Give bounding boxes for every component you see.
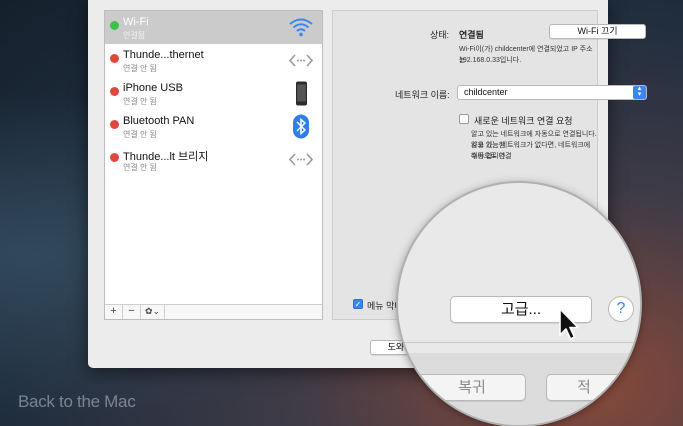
help-question-icon[interactable]: ? bbox=[608, 296, 634, 322]
apply-button[interactable]: 적 bbox=[546, 374, 640, 401]
watermark-text: Back to the Mac bbox=[18, 392, 136, 411]
status-label: 상태: bbox=[430, 30, 450, 40]
wifi-icon bbox=[288, 15, 314, 40]
status-value: 연결됨 bbox=[459, 30, 484, 40]
status-dot-disconnected bbox=[110, 120, 119, 129]
service-item-thunderbolt-ethernet[interactable]: Thunde...thernet 연결 안 됨 bbox=[105, 44, 322, 77]
status-dot-disconnected bbox=[110, 87, 119, 96]
service-status: 연결 안 됨 bbox=[123, 64, 157, 73]
bridge-arrows-icon bbox=[288, 147, 314, 172]
service-name: iPhone USB bbox=[123, 82, 183, 94]
status-dot-connected bbox=[110, 21, 119, 30]
ask-join-label: 새로운 네트워크 연결 요청 bbox=[474, 116, 573, 126]
remove-service-button[interactable]: − bbox=[123, 305, 141, 319]
divider bbox=[398, 342, 640, 343]
bluetooth-icon bbox=[288, 114, 314, 139]
ask-join-description-line3: 해야 합니다. bbox=[471, 153, 508, 160]
service-item-thunderbolt-bridge[interactable]: Thunde...lt 브리지 연결 안 됨 bbox=[105, 143, 322, 176]
magnifier-lens: 고급... ? 복귀 적 bbox=[398, 183, 640, 425]
status-dot-disconnected bbox=[110, 153, 119, 162]
service-name: Bluetooth PAN bbox=[123, 115, 195, 127]
network-name-value: childcenter bbox=[464, 87, 508, 97]
service-item-bluetooth-pan[interactable]: Bluetooth PAN 연결 안 됨 bbox=[105, 110, 322, 143]
menu-bar-checkbox[interactable]: ✓ bbox=[353, 299, 363, 309]
service-item-iphone-usb[interactable]: iPhone USB 연결 안 됨 bbox=[105, 77, 322, 110]
service-name: Thunde...thernet bbox=[123, 49, 204, 61]
wifi-off-button[interactable]: Wi-Fi 끄기 bbox=[549, 24, 646, 39]
iphone-icon bbox=[288, 81, 314, 106]
gear-menu-button[interactable]: ✿⌄ bbox=[141, 305, 165, 319]
status-dot-disconnected bbox=[110, 54, 119, 63]
service-list: Wi-Fi 연결됨 Thunde...thernet 연결 안 됨 iPhone… bbox=[104, 10, 323, 320]
service-item-wifi[interactable]: Wi-Fi 연결됨 bbox=[105, 11, 322, 44]
service-status: 연결 안 됨 bbox=[123, 97, 157, 106]
status-description-line2: 192.168.0.33입니다. bbox=[459, 57, 522, 64]
service-status: 연결 안 됨 bbox=[123, 130, 157, 139]
network-name-label: 네트워크 이름: bbox=[395, 90, 450, 100]
service-status: 연결됨 bbox=[123, 31, 146, 40]
service-status: 연결 안 됨 bbox=[123, 163, 157, 172]
network-name-select[interactable]: childcenter ▴ ▾ bbox=[457, 85, 647, 100]
ask-join-checkbox[interactable] bbox=[459, 114, 469, 124]
service-name: Wi-Fi bbox=[123, 16, 149, 28]
revert-button[interactable]: 복귀 bbox=[418, 374, 526, 401]
ethernet-arrows-icon bbox=[288, 48, 314, 73]
chevron-updown-icon: ▴ ▾ bbox=[633, 85, 646, 99]
mouse-cursor-icon bbox=[558, 308, 582, 342]
service-list-toolbar: + − ✿⌄ bbox=[105, 304, 322, 319]
add-service-button[interactable]: + bbox=[105, 305, 123, 319]
